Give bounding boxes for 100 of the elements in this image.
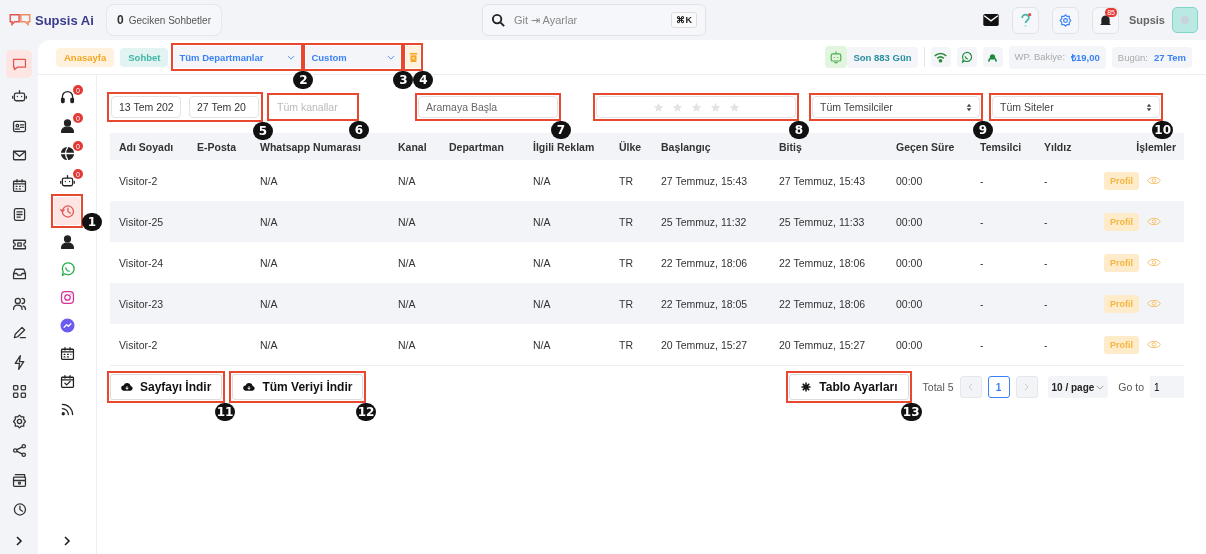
table-cell: TR: [619, 256, 633, 269]
step-badge: 13: [900, 403, 922, 421]
whatsapp-button[interactable]: [956, 47, 977, 67]
settings-icon: [10, 412, 28, 430]
days-label: Son 883 Gün: [847, 46, 918, 68]
range-dropdown[interactable]: Custom: [306, 46, 401, 68]
sort-icon: [966, 102, 972, 112]
page-size-select[interactable]: 10 / page: [1047, 376, 1109, 398]
today-label: Bugün:: [1117, 51, 1148, 63]
step-badge: 1: [82, 213, 102, 231]
settings-button[interactable]: [1051, 6, 1079, 34]
table-cell: -: [980, 338, 984, 351]
table-cell: 25 Temmuz, 11:33: [779, 215, 865, 228]
step-badge: 12: [355, 403, 377, 421]
step-badge: 4: [413, 71, 434, 89]
instagram-icon: [58, 288, 76, 306]
agent-icon: [58, 232, 76, 250]
table-cell: 00:00: [896, 338, 923, 351]
cloud-download-icon: [243, 382, 256, 392]
table-cell: Visitor-25: [119, 215, 164, 228]
expand-icon[interactable]: [14, 536, 24, 546]
table-cell: Visitor-2: [119, 174, 158, 187]
calendar-icon: [58, 344, 76, 362]
table-cell: -: [1044, 338, 1048, 351]
download-button[interactable]: Tüm Veriyi İndir: [232, 374, 364, 400]
table-cell: -: [1044, 256, 1048, 269]
wallet-icon: [10, 471, 28, 489]
wifi-icon: [934, 50, 948, 64]
headset-icon: [58, 88, 76, 106]
expand-icon[interactable]: [62, 536, 72, 546]
department-dropdown[interactable]: Tüm Departmanlar: [174, 46, 301, 68]
step-badge: 6: [349, 121, 369, 139]
table-cell: TR: [619, 174, 633, 187]
total-count: Total 5: [922, 381, 954, 393]
share-icon: [10, 442, 28, 459]
history-icon: [58, 202, 76, 220]
table-cell: -: [1044, 215, 1048, 228]
brand-name: Supsis Ai: [35, 12, 94, 28]
mail-icon[interactable]: [982, 14, 999, 26]
globe-icon: [58, 144, 76, 162]
search-input[interactable]: Git ⇥ Ayarlar: [511, 13, 666, 27]
column-header: İşlemler: [1136, 140, 1177, 153]
table-cell: N/A: [260, 256, 278, 269]
star-icon[interactable]: [690, 101, 702, 113]
table-cell: TR: [619, 338, 633, 351]
star-icon[interactable]: [652, 101, 664, 113]
table-cell: TR: [619, 297, 633, 310]
table-cell: N/A: [260, 174, 278, 187]
table-cell: TR: [619, 215, 633, 228]
column-header: Başlangıç: [661, 140, 712, 153]
settings-icon: [1057, 12, 1073, 28]
end-date-field[interactable]: 27 Tem 20: [189, 96, 259, 118]
column-header: Ülke: [619, 140, 643, 153]
table-settings-button[interactable]: Tablo Ayarları: [789, 374, 909, 400]
go-to-label: Go to: [1118, 381, 1144, 393]
table-cell: 27 Temmuz, 15:43: [661, 174, 748, 187]
table-cell: Visitor-2: [119, 338, 158, 351]
table-cell: 22 Temmuz, 18:06: [779, 297, 866, 310]
search-field[interactable]: Aramaya Başla: [418, 96, 558, 118]
robot-button[interactable]: [825, 46, 848, 68]
table-cell: 20 Temmuz, 15:27: [779, 338, 866, 351]
logo-icon: [8, 12, 32, 28]
agent-button[interactable]: [982, 47, 1003, 67]
start-date-field[interactable]: 13 Tem 202: [111, 96, 181, 118]
download-button[interactable]: Sayfayı İndir: [110, 374, 223, 400]
table-cell: N/A: [533, 297, 551, 310]
rating-stars[interactable]: [596, 96, 796, 118]
step-badge: 2: [293, 71, 314, 89]
column-header: Bitiş: [779, 140, 803, 153]
agents-select[interactable]: Tüm Temsilciler: [812, 96, 980, 118]
wifi-status[interactable]: [930, 47, 951, 67]
user-name: Supsis: [1128, 14, 1165, 26]
table-cell: -: [1044, 297, 1048, 310]
balance-label: WP. Bakiye:: [1014, 50, 1066, 64]
step-badge: 8: [789, 121, 809, 139]
table-cell: N/A: [533, 338, 551, 351]
chevron-left-icon: [968, 383, 973, 391]
column-header: Departman: [449, 140, 505, 153]
sites-select[interactable]: Tüm Siteler: [992, 96, 1160, 118]
table-cell: N/A: [398, 215, 416, 228]
settings-icon: [800, 382, 813, 392]
table-cell: 22 Temmuz, 18:06: [661, 256, 748, 269]
table-cell: -: [980, 215, 984, 228]
help-button[interactable]: [1011, 6, 1039, 34]
overdue-chats-chip[interactable]: 0 Geciken Sohbetler: [106, 4, 222, 36]
search-bar[interactable]: Git ⇥ Ayarlar ⌘K: [481, 4, 706, 36]
column-header: E-Posta: [197, 140, 238, 153]
star-icon[interactable]: [709, 101, 721, 113]
table-cell: N/A: [260, 215, 278, 228]
go-to-field[interactable]: 1: [1150, 376, 1184, 398]
column-header: İlgili Reklam: [533, 140, 596, 153]
page-button[interactable]: 1: [987, 376, 1010, 398]
table-cell: Visitor-23: [119, 297, 164, 310]
table-cell: 25 Temmuz, 11:32: [661, 215, 747, 228]
table-cell: N/A: [260, 297, 278, 310]
star-icon[interactable]: [671, 101, 683, 113]
chevron-down-icon: [387, 54, 396, 60]
star-icon[interactable]: [728, 101, 740, 113]
breadcrumb-tag[interactable]: Sohbet: [120, 47, 169, 67]
table-cell: N/A: [533, 174, 551, 187]
